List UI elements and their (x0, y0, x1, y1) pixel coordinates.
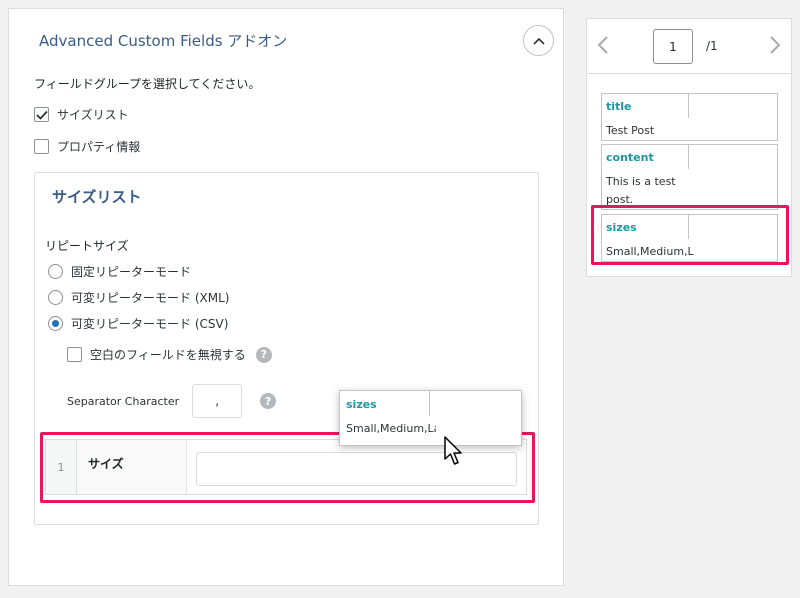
dragged-field-preview[interactable]: sizes Small,Medium,La (339, 390, 522, 446)
ignore-empty-label: 空白のフィールドを無視する (90, 348, 246, 362)
field-card-content[interactable]: content This is a test post. (601, 144, 778, 210)
radio-selected-dot (52, 320, 59, 327)
group-option-label: サイズリスト (57, 108, 129, 122)
question-icon[interactable]: ? (260, 393, 277, 409)
radio-xml[interactable] (48, 290, 63, 305)
page-number-input[interactable]: 1 (653, 29, 693, 64)
ignore-empty-option[interactable]: 空白のフィールドを無視する ? (67, 346, 272, 363)
group-option-label: プロパティ情報 (57, 140, 141, 154)
mode-label: 可変リピーターモード (XML) (71, 291, 230, 305)
field-name: content (602, 145, 689, 169)
mode-label: 固定リピーターモード (71, 265, 192, 279)
mouse-pointer-icon (444, 436, 462, 465)
repeater-index: 1 (46, 440, 77, 494)
repeater-label: サイズ (77, 440, 187, 494)
prev-page-button[interactable] (593, 31, 613, 59)
next-page-button[interactable] (765, 31, 785, 59)
separator-row: Separator Character , ? (67, 384, 277, 418)
checkbox-sizes[interactable] (34, 107, 49, 122)
pager: 1 /1 (587, 19, 791, 74)
repeater-field-cell (187, 440, 526, 494)
chevron-up-icon (532, 37, 545, 45)
field-value: This is a test post. (606, 175, 676, 206)
field-value: Test Post (606, 124, 655, 137)
chevron-left-icon (597, 36, 608, 54)
group-option-property[interactable]: プロパティ情報 (34, 138, 140, 155)
field-card-sizes[interactable]: sizes Small,Medium,La (601, 214, 778, 262)
collapse-button[interactable] (523, 25, 554, 56)
field-value: Small,Medium,La (606, 245, 694, 258)
field-value: Small,Medium,La (346, 422, 436, 435)
mode-option-fixed[interactable]: 固定リピーターモード (48, 263, 191, 280)
field-group-box: サイズリスト リピートサイズ 固定リピーターモード 可変リピーターモード (XM… (34, 172, 539, 525)
field-name: sizes (602, 215, 689, 239)
field-card-title[interactable]: title Test Post (601, 93, 778, 141)
checkbox-property[interactable] (34, 139, 49, 154)
acf-addon-panel: Advanced Custom Fields アドオン フィールドグループを選択… (8, 8, 564, 586)
panel-title: Advanced Custom Fields アドオン (39, 32, 288, 50)
page-total: /1 (706, 39, 718, 53)
mode-option-csv[interactable]: 可変リピーターモード (CSV) (48, 315, 228, 332)
check-icon (35, 110, 48, 120)
mode-option-xml[interactable]: 可変リピーターモード (XML) (48, 289, 229, 306)
group-select-prompt: フィールドグループを選択してください。 (34, 77, 261, 91)
field-group-title: サイズリスト (52, 188, 142, 206)
question-icon[interactable]: ? (255, 346, 272, 363)
field-name: title (602, 94, 689, 118)
repeater-drop-input[interactable] (196, 452, 517, 486)
separator-input[interactable]: , (192, 384, 243, 418)
field-name: sizes (340, 391, 430, 416)
fields-pager-panel: 1 /1 title Test Post content This is a t… (586, 18, 792, 277)
checkbox-ignore-empty[interactable] (67, 347, 82, 362)
radio-csv[interactable] (48, 316, 63, 331)
chevron-right-icon (770, 36, 781, 54)
mode-label: 可変リピーターモード (CSV) (71, 317, 229, 331)
group-option-sizes[interactable]: サイズリスト (34, 106, 129, 123)
separator-label: Separator Character (67, 394, 180, 408)
repeat-mode-label: リピートサイズ (45, 239, 129, 253)
radio-fixed[interactable] (48, 264, 63, 279)
